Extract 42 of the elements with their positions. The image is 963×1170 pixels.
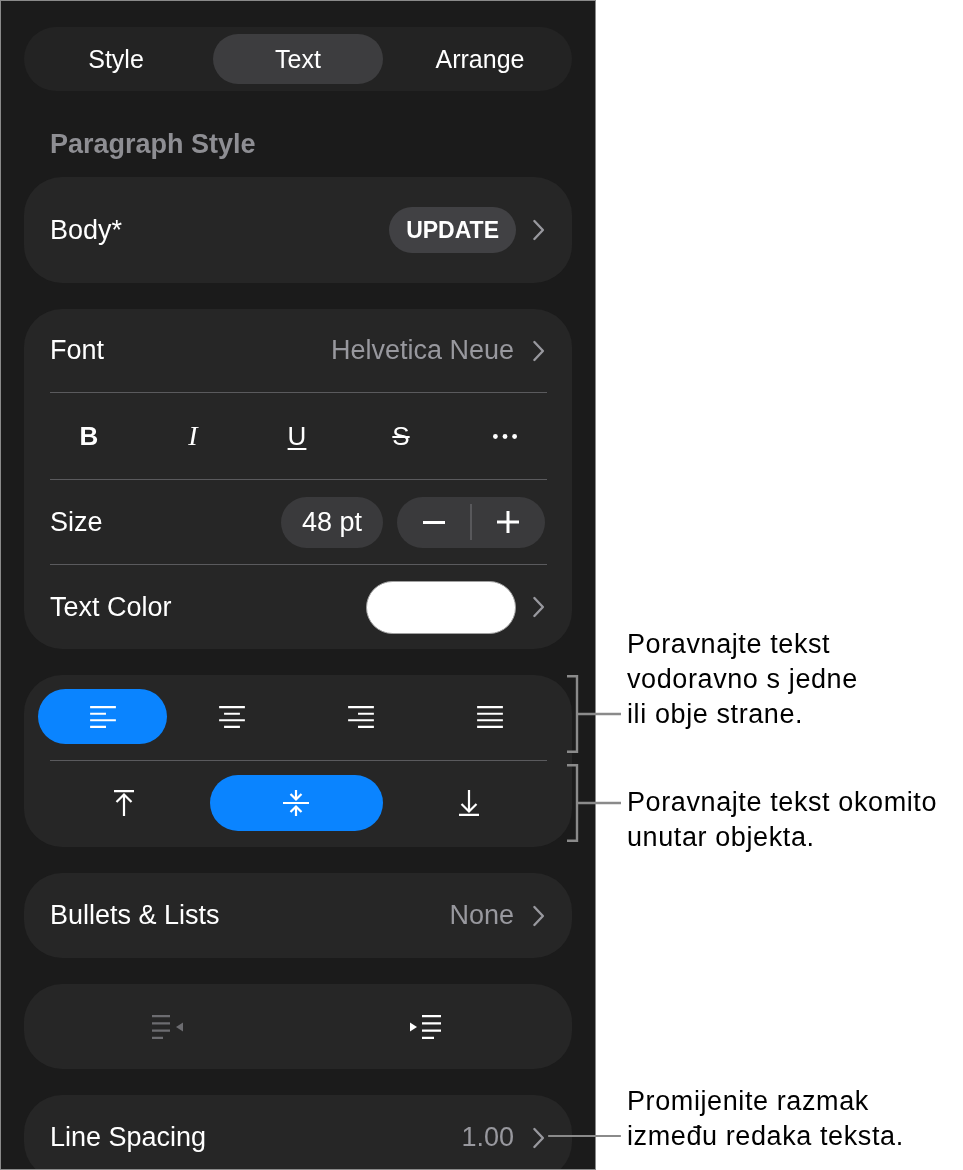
align-center-icon xyxy=(218,705,245,728)
italic-button[interactable]: I xyxy=(183,418,203,454)
plus-icon xyxy=(497,511,520,533)
tab[interactable]: Text xyxy=(213,34,383,84)
bold-button[interactable]: B xyxy=(74,418,104,454)
bullets-label: Bullets & Lists xyxy=(50,900,220,931)
more-icon xyxy=(493,433,517,439)
font-label: Font xyxy=(50,335,105,366)
font-name-value: Helvetica Neue xyxy=(330,335,514,366)
chevron-icon xyxy=(532,596,545,618)
callout-text: Poravnajte tekst okomito unutar objekta. xyxy=(627,785,939,854)
color-swatch[interactable] xyxy=(366,580,516,634)
align-right-icon xyxy=(348,705,375,728)
align-left-button[interactable] xyxy=(38,689,168,744)
align-middle-button[interactable] xyxy=(210,775,383,831)
chevron-icon xyxy=(532,219,545,241)
line-spacing-label: Line Spacing xyxy=(50,1122,207,1153)
align-justify-icon xyxy=(477,705,504,728)
underline-button[interactable]: U xyxy=(282,418,312,454)
increase-indent-icon xyxy=(410,1014,442,1039)
update-button[interactable]: UPDATE xyxy=(389,207,516,253)
strikethrough-button[interactable]: S xyxy=(387,418,415,454)
line-spacing-value: 1.00 xyxy=(461,1122,514,1153)
callout-text: Promijenite razmak između redaka teksta. xyxy=(627,1084,905,1153)
decrease-indent-icon xyxy=(151,1014,183,1039)
align-top-icon xyxy=(113,790,136,816)
align-bottom-icon xyxy=(457,790,480,816)
minus-icon xyxy=(422,520,445,524)
paragraph-style-name: Body* xyxy=(50,214,123,246)
text-color-label: Text Color xyxy=(50,591,172,623)
bullets-value: None xyxy=(449,900,514,931)
tab[interactable]: Arrange xyxy=(395,34,565,84)
size-field[interactable]: 48 pt xyxy=(280,496,383,548)
chevron-icon xyxy=(532,339,545,362)
chevron-icon xyxy=(532,904,545,927)
align-middle-icon xyxy=(283,790,310,816)
chevron-icon xyxy=(532,1126,545,1149)
section-heading: Paragraph Style xyxy=(50,129,256,159)
tab[interactable]: Style xyxy=(31,34,201,84)
size-label: Size xyxy=(50,506,103,538)
callout-text: Poravnajte tekst vodoravno s jedne ili obje strane. xyxy=(627,627,859,731)
align-left-icon xyxy=(89,705,116,728)
